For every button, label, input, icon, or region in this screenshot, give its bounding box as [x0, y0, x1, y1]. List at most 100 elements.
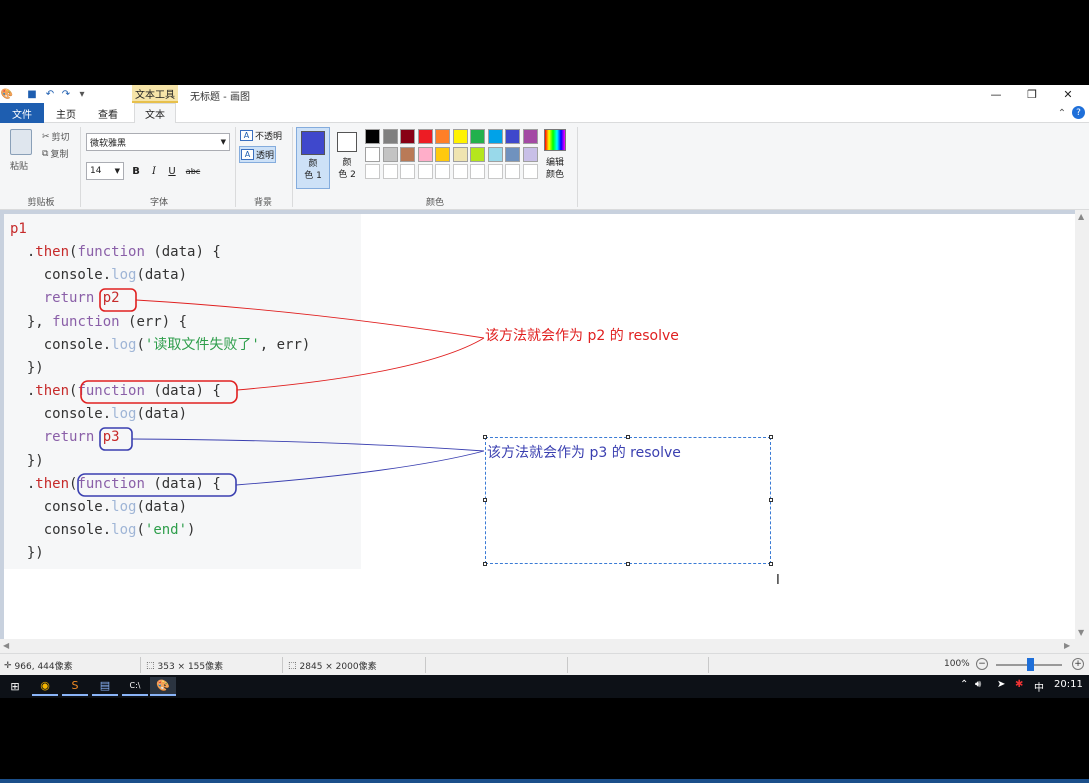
palette-color-swatch[interactable]: [417, 129, 433, 144]
notes-icon[interactable]: ▤: [92, 677, 118, 696]
tab-home[interactable]: 主页: [48, 103, 84, 123]
connector-line: [236, 337, 485, 391]
tab-text[interactable]: 文本: [134, 103, 176, 124]
drawing-canvas[interactable]: p1 .then(function (data) { console.log(d…: [4, 214, 1075, 639]
bold-button[interactable]: B: [129, 164, 143, 178]
text-box-selection[interactable]: 该方法就会作为 p3 的 resolve: [483, 435, 773, 566]
scroll-up-icon[interactable]: ▲: [1078, 212, 1084, 221]
volume-icon[interactable]: 🔊︎: [975, 679, 981, 690]
custom-color-slot[interactable]: [487, 164, 503, 179]
palette-color-swatch[interactable]: [505, 129, 520, 144]
windows-start-icon[interactable]: ⊞: [2, 677, 28, 696]
ime-indicator[interactable]: 中: [1034, 679, 1044, 694]
palette-color-swatch[interactable]: [382, 146, 398, 162]
resize-handle[interactable]: [769, 562, 773, 566]
strikethrough-button[interactable]: abc: [183, 164, 203, 178]
opaque-option[interactable]: A 不透明: [240, 129, 282, 142]
custom-color-slot[interactable]: [400, 164, 415, 179]
connector-line: [235, 450, 485, 486]
copy-button[interactable]: ⧉ 复制: [42, 147, 69, 161]
cut-button[interactable]: ✂ 剪切: [42, 130, 70, 144]
resize-handle[interactable]: [626, 562, 630, 566]
ribbon: 粘贴 ✂ 剪切 ⧉ 复制 剪贴板 微软雅黑 ▼ 14 ▼ B I U abc 字体 A不…: [0, 123, 1089, 210]
image-size-value: 2845 × 2000像素: [299, 662, 377, 672]
resize-handle[interactable]: [483, 498, 487, 502]
palette-color-swatch[interactable]: [522, 146, 538, 162]
minimize-button[interactable]: —: [981, 85, 1011, 103]
restore-button[interactable]: ❐: [1017, 85, 1047, 103]
resize-handle[interactable]: [769, 435, 773, 439]
minimize-ribbon-icon[interactable]: ⌃: [1056, 106, 1068, 120]
underline-button[interactable]: U: [165, 164, 179, 178]
custom-color-slot[interactable]: [470, 164, 485, 179]
font-size-value: 14: [90, 166, 102, 176]
edit-colors-icon[interactable]: [544, 129, 566, 151]
resize-handle[interactable]: [769, 498, 773, 502]
palette-color-swatch[interactable]: [487, 129, 503, 144]
clock[interactable]: 20:11: [1054, 679, 1083, 690]
antivirus-icon[interactable]: ✱: [1015, 679, 1023, 690]
blue-annotation-text[interactable]: 该方法就会作为 p3 的 resolve: [487, 442, 681, 462]
resize-handle[interactable]: [483, 435, 487, 439]
resize-handle[interactable]: [483, 562, 487, 566]
palette-color-swatch[interactable]: [365, 129, 380, 144]
custom-color-slot[interactable]: [522, 164, 538, 179]
palette-color-swatch[interactable]: [452, 146, 468, 162]
palette-color-swatch[interactable]: [470, 129, 485, 144]
color2-button[interactable]: 颜 色 2: [330, 127, 364, 189]
vertical-scrollbar[interactable]: ▲ ▼: [1075, 210, 1089, 639]
custom-color-slot[interactable]: [417, 164, 433, 179]
paste-icon[interactable]: [10, 129, 32, 155]
custom-color-slot[interactable]: [382, 164, 398, 179]
custom-color-slot[interactable]: [435, 164, 450, 179]
horizontal-scrollbar[interactable]: ◀ ▶: [0, 639, 1089, 653]
palette-color-swatch[interactable]: [400, 146, 415, 162]
paint-taskbar-icon[interactable]: 🎨: [150, 677, 176, 696]
palette-color-swatch[interactable]: [522, 129, 538, 144]
sublime-text-icon[interactable]: S: [62, 677, 88, 696]
help-icon[interactable]: ?: [1072, 106, 1085, 119]
scroll-right-icon[interactable]: ▶: [1064, 641, 1070, 650]
transparent-option[interactable]: A 透明: [239, 146, 277, 163]
font-size-select[interactable]: 14 ▼: [86, 162, 124, 180]
tray-expand-icon[interactable]: ⌃: [960, 679, 968, 690]
bottom-strip: [0, 779, 1089, 783]
palette-color-swatch[interactable]: [435, 129, 450, 144]
custom-color-slot[interactable]: [365, 164, 380, 179]
resize-handle[interactable]: [626, 435, 630, 439]
tab-view[interactable]: 查看: [90, 103, 126, 123]
copy-label: 复制: [50, 150, 69, 160]
close-button[interactable]: ✕: [1053, 85, 1083, 103]
tab-file[interactable]: 文件: [0, 103, 44, 123]
font-family-select[interactable]: 微软雅黑 ▼: [86, 133, 230, 151]
palette-color-swatch[interactable]: [435, 146, 450, 162]
zoom-slider-thumb[interactable]: [1027, 658, 1034, 671]
customize-quick-access-icon[interactable]: ▾: [76, 87, 88, 101]
zoom-in-button[interactable]: +: [1072, 658, 1084, 670]
color1-button[interactable]: 颜 色 1: [296, 127, 330, 189]
paint-app-icon[interactable]: 🎨: [0, 87, 14, 101]
command-prompt-icon[interactable]: C:\: [122, 677, 148, 696]
paste-button[interactable]: 粘贴: [10, 159, 28, 172]
chrome-icon[interactable]: ◉: [32, 677, 58, 696]
undo-icon[interactable]: ↶: [44, 87, 56, 101]
redo-icon[interactable]: ↷: [60, 87, 72, 101]
palette-color-swatch[interactable]: [417, 146, 433, 162]
scroll-left-icon[interactable]: ◀: [3, 641, 9, 650]
edit-colors-button[interactable]: 编辑 颜色: [540, 157, 570, 181]
palette-color-swatch[interactable]: [382, 129, 398, 144]
palette-color-swatch[interactable]: [470, 146, 485, 162]
custom-color-slot[interactable]: [505, 164, 520, 179]
scroll-down-icon[interactable]: ▼: [1078, 628, 1084, 637]
save-icon[interactable]: ■: [26, 87, 38, 101]
zoom-out-button[interactable]: −: [976, 658, 988, 670]
palette-color-swatch[interactable]: [487, 146, 503, 162]
italic-button[interactable]: I: [147, 164, 161, 178]
palette-color-swatch[interactable]: [452, 129, 468, 144]
palette-color-swatch[interactable]: [400, 129, 415, 144]
network-icon[interactable]: ➤: [997, 679, 1005, 690]
palette-color-swatch[interactable]: [365, 146, 380, 162]
custom-color-slot[interactable]: [452, 164, 468, 179]
palette-color-swatch[interactable]: [505, 146, 520, 162]
clipboard-group-label: 剪贴板: [27, 198, 55, 208]
